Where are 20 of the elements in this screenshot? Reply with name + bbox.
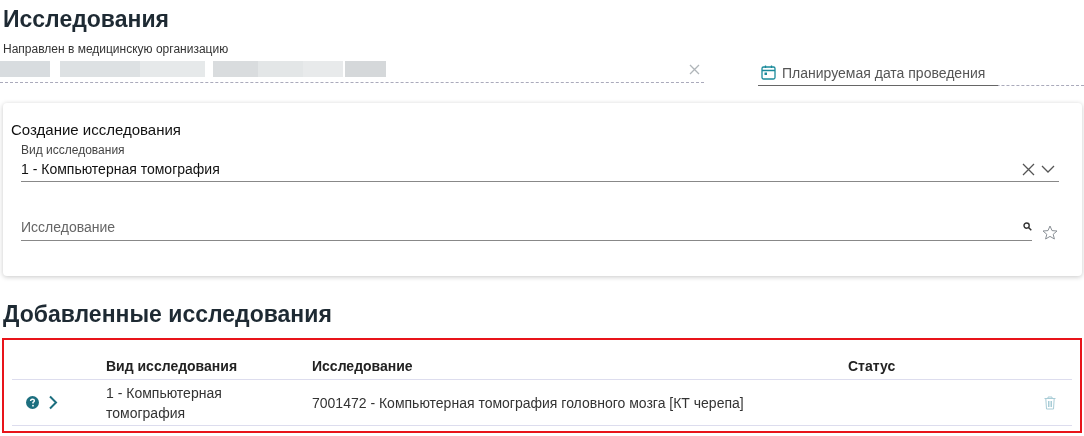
field-label: Направлен в медицинскую организацию [3,42,229,56]
study-type-select[interactable]: 1 - Компьютерная томография [21,157,1059,182]
star-icon[interactable] [1042,225,1058,240]
clear-icon[interactable] [1022,162,1035,176]
chevron-down-icon[interactable] [1041,165,1055,173]
field-label: Вид исследования [21,143,125,157]
page-title: Исследования [3,5,169,34]
expand-chevron-icon[interactable] [48,395,58,410]
table-cell-text: 7001472 - Компьютерная томография головного мозга [КТ черепа] [312,394,745,411]
table-cell-text: 1 - Компьютерная томография [106,383,223,423]
help-icon[interactable] [26,396,39,409]
calendar-icon [761,65,776,80]
column-header: Статус [848,357,897,374]
section-title: Добавленные исследования [3,300,332,328]
column-header: Исследование [312,357,414,374]
date-field[interactable]: Планируемая дата проведения [758,60,998,86]
study-search-field[interactable]: Исследование [21,215,1032,241]
card-title: Создание исследования [11,121,181,138]
column-header: Вид исследования [106,356,239,376]
search-icon [1023,222,1032,231]
